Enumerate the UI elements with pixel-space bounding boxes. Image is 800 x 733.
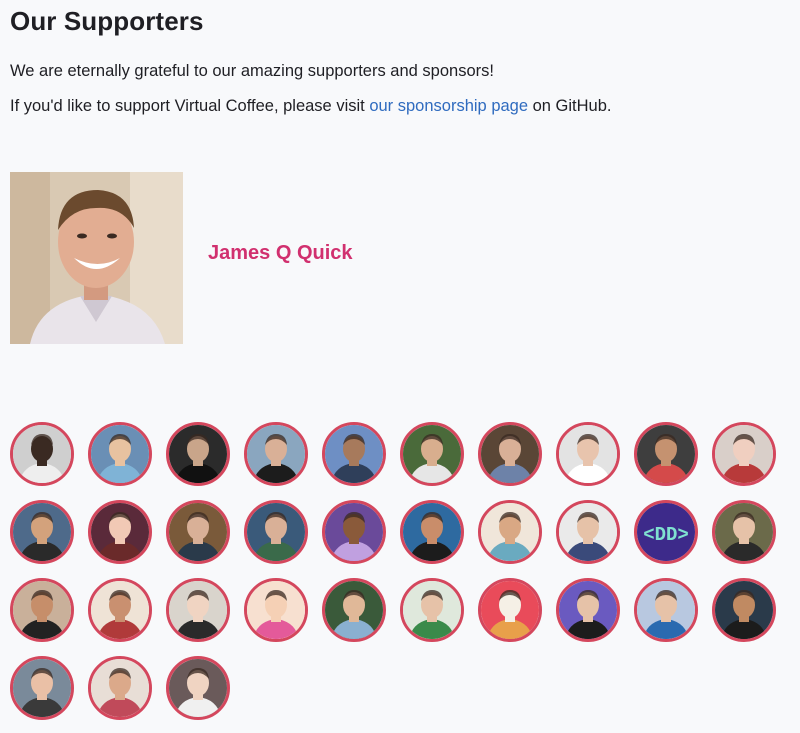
supporter-avatar[interactable] xyxy=(556,422,620,486)
supporter-avatar[interactable] xyxy=(244,422,308,486)
supporter-avatar[interactable] xyxy=(556,500,620,564)
supporter-avatar[interactable] xyxy=(10,500,74,564)
supporter-avatar[interactable] xyxy=(712,578,776,642)
supporter-avatar[interactable] xyxy=(88,578,152,642)
supporter-avatar[interactable] xyxy=(478,578,542,642)
supporter-avatar[interactable] xyxy=(634,578,698,642)
supporter-avatar[interactable]: <DD> xyxy=(634,500,698,564)
featured-sponsor-photo[interactable] xyxy=(10,172,183,344)
supporter-avatar[interactable] xyxy=(712,500,776,564)
sponsorship-page-link[interactable]: our sponsorship page xyxy=(369,97,528,115)
supporter-avatar[interactable] xyxy=(400,422,464,486)
supporter-avatar[interactable] xyxy=(88,500,152,564)
supporters-grid: <DD> xyxy=(10,422,800,733)
supporter-avatar[interactable] xyxy=(10,422,74,486)
supporter-avatar[interactable] xyxy=(244,578,308,642)
supporter-avatar[interactable] xyxy=(244,500,308,564)
supporter-avatar[interactable] xyxy=(166,422,230,486)
supporter-avatar[interactable] xyxy=(322,500,386,564)
page-title: Our Supporters xyxy=(10,6,204,36)
supporter-avatar[interactable] xyxy=(166,656,230,720)
supporter-avatar[interactable] xyxy=(166,500,230,564)
supporter-avatar[interactable] xyxy=(712,422,776,486)
supporter-avatar[interactable] xyxy=(478,500,542,564)
cta-prefix: If you'd like to support Virtual Coffee,… xyxy=(10,97,370,115)
supporter-avatar[interactable] xyxy=(400,578,464,642)
supporter-avatar[interactable] xyxy=(166,578,230,642)
intro-text: We are eternally grateful to our amazing… xyxy=(10,62,494,80)
supporter-avatar[interactable] xyxy=(400,500,464,564)
supporter-avatar[interactable] xyxy=(634,422,698,486)
supporter-avatar[interactable] xyxy=(556,578,620,642)
cta-suffix: on GitHub. xyxy=(528,97,612,115)
supporter-avatar[interactable] xyxy=(322,422,386,486)
supporter-avatar[interactable] xyxy=(322,578,386,642)
supporter-avatar[interactable] xyxy=(10,578,74,642)
svg-text:<DD>: <DD> xyxy=(643,524,689,546)
supporter-avatar[interactable] xyxy=(10,656,74,720)
supporter-avatar[interactable] xyxy=(88,422,152,486)
featured-sponsor-name[interactable]: James Q Quick xyxy=(208,242,353,265)
supporter-avatar[interactable] xyxy=(478,422,542,486)
supporter-avatar[interactable] xyxy=(88,656,152,720)
sponsorship-cta: If you'd like to support Virtual Coffee,… xyxy=(10,97,612,116)
featured-sponsor-portrait xyxy=(10,172,183,344)
